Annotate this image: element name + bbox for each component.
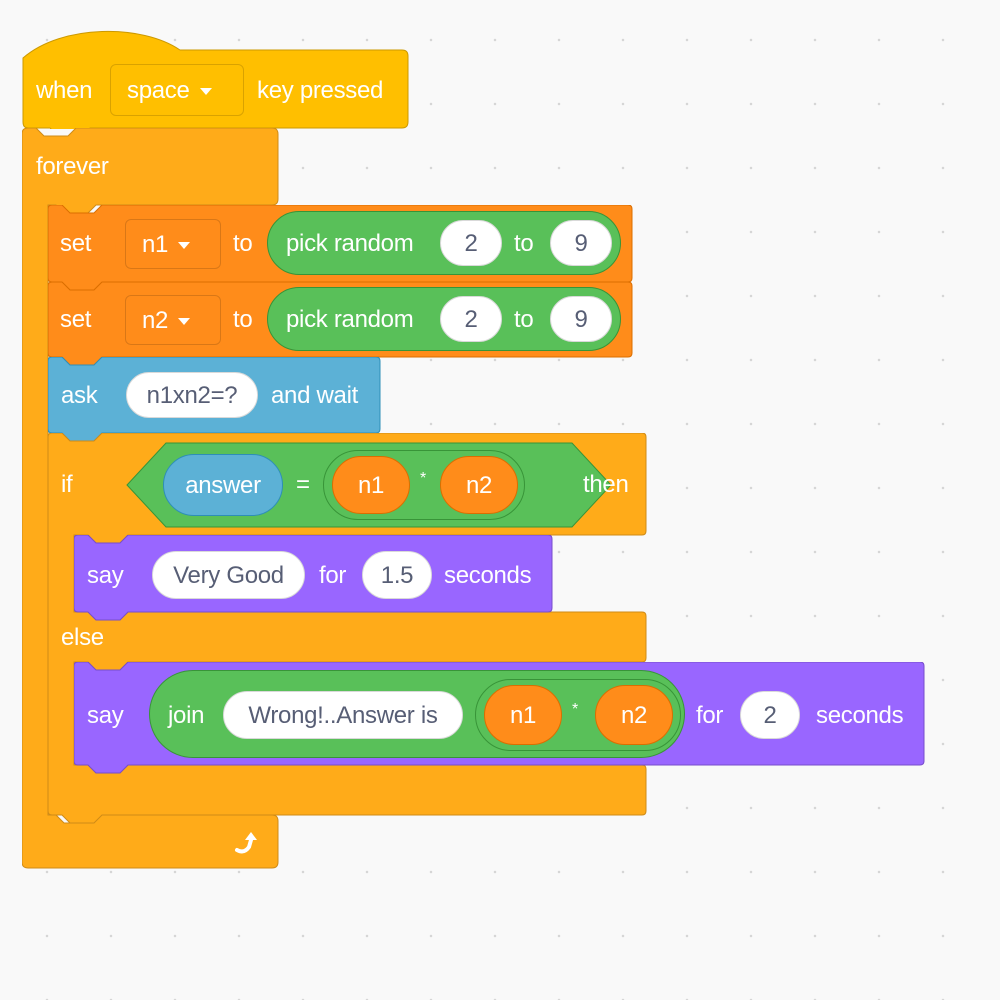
seconds-label: seconds (444, 562, 532, 589)
multiply-operator[interactable]: n1 * n2 (475, 679, 681, 751)
random-min-value: 2 (464, 230, 478, 257)
multiply-sign: * (420, 470, 426, 487)
random-min-value: 2 (464, 306, 478, 333)
set-label: set (60, 306, 92, 333)
equals-sign: = (296, 471, 310, 498)
set-n1-block[interactable]: set n1 to pick random 2 to 9 (48, 205, 633, 291)
set-label: set (60, 230, 92, 257)
n2-label: n2 (620, 702, 648, 729)
seconds-value: 1.5 (380, 562, 414, 589)
to-label: to (514, 306, 534, 333)
when-key-pressed-block[interactable]: when space key pressed (22, 28, 409, 129)
seconds-input[interactable]: 2 (740, 691, 800, 739)
random-max-input[interactable]: 9 (550, 296, 612, 342)
question-value: n1xn2=? (146, 382, 238, 409)
multiply-sign: * (572, 701, 578, 718)
n2-reporter[interactable]: n2 (440, 456, 518, 514)
pick-random-label: pick random (286, 306, 414, 333)
say-label: say (87, 562, 124, 589)
answer-label: answer (185, 472, 261, 499)
to-label: to (233, 306, 253, 333)
for-label: for (696, 702, 724, 729)
else-label: else (61, 624, 104, 651)
when-label: when (36, 77, 93, 104)
to-label: to (233, 230, 253, 257)
pick-random-label: pick random (286, 230, 414, 257)
multiply-operator[interactable]: n1 * n2 (323, 450, 525, 520)
say-wrong-answer-block[interactable]: say join Wrong!..Answer is n1 * n2 for 2… (74, 662, 925, 774)
message-input[interactable]: Very Good (152, 551, 305, 599)
join-label: join (168, 702, 205, 729)
n1-reporter[interactable]: n1 (332, 456, 410, 514)
key-value: space (127, 77, 190, 104)
random-min-input[interactable]: 2 (440, 220, 502, 266)
random-min-input[interactable]: 2 (440, 296, 502, 342)
say-very-good-block[interactable]: say Very Good for 1.5 seconds (74, 535, 553, 621)
answer-reporter[interactable]: answer (163, 454, 283, 516)
seconds-input[interactable]: 1.5 (362, 551, 432, 599)
ask-and-wait-block[interactable]: ask n1xn2=? and wait (48, 357, 381, 442)
variable-name: n2 (142, 307, 169, 334)
message-value: Very Good (173, 562, 284, 589)
variable-dropdown-value: n1 (142, 231, 191, 258)
n1-label: n1 (357, 472, 385, 499)
pick-random-reporter[interactable]: pick random 2 to 9 (267, 287, 621, 351)
n1-reporter[interactable]: n1 (484, 685, 562, 745)
n1-label: n1 (509, 702, 537, 729)
loop-arrow-icon (235, 832, 257, 854)
to-label: to (514, 230, 534, 257)
say-label: say (87, 702, 124, 729)
random-max-value: 9 (574, 306, 588, 333)
variable-dropdown-value: n2 (142, 307, 191, 334)
dropdown-caret-icon (199, 88, 212, 96)
join-operator[interactable]: join Wrong!..Answer is n1 * n2 (149, 670, 685, 758)
seconds-label: seconds (816, 702, 904, 729)
forever-label: forever (36, 153, 109, 180)
variable-dropdown-n2[interactable]: n2 (125, 295, 221, 345)
equals-operator[interactable]: answer = n1 * n2 (126, 442, 612, 528)
key-dropdown-value: space (127, 79, 212, 103)
variable-name: n1 (142, 231, 169, 258)
join-text-value: Wrong!..Answer is (248, 702, 438, 729)
dropdown-caret-icon (178, 318, 191, 326)
if-label: if (61, 471, 73, 498)
for-label: for (319, 562, 347, 589)
pick-random-reporter[interactable]: pick random 2 to 9 (267, 211, 621, 275)
then-label: then (583, 471, 629, 498)
key-dropdown[interactable]: space (110, 64, 244, 116)
random-max-value: 9 (574, 230, 588, 257)
key-pressed-label: key pressed (257, 77, 384, 104)
seconds-value: 2 (763, 702, 777, 729)
ask-label: ask (61, 382, 98, 409)
join-text-input[interactable]: Wrong!..Answer is (223, 691, 463, 739)
question-input[interactable]: n1xn2=? (126, 372, 258, 418)
dropdown-caret-icon (178, 242, 191, 250)
variable-dropdown-n1[interactable]: n1 (125, 219, 221, 269)
n2-reporter[interactable]: n2 (595, 685, 673, 745)
random-max-input[interactable]: 9 (550, 220, 612, 266)
and-wait-label: and wait (271, 382, 358, 409)
n2-label: n2 (465, 472, 493, 499)
set-n2-block[interactable]: set n2 to pick random 2 to 9 (48, 282, 633, 366)
